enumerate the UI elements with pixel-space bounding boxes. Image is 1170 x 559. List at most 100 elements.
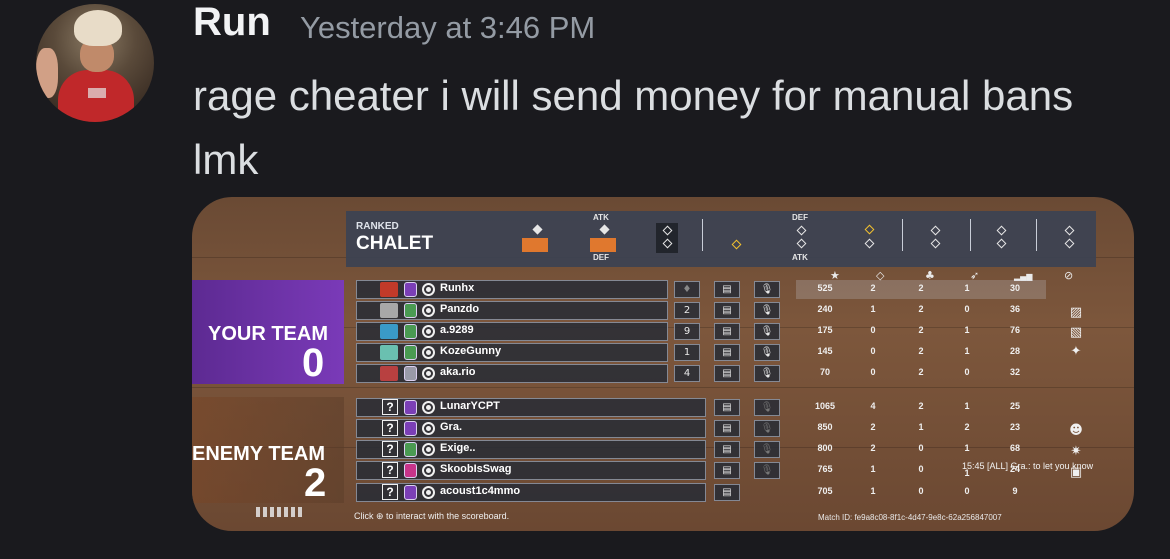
player-score: 70 (819, 367, 830, 377)
player-score: 240 (817, 304, 833, 314)
badge-icon: 9 (674, 323, 700, 340)
player-score: 800 (817, 443, 833, 453)
player-deaths: 0 (918, 443, 924, 453)
player-deaths: 2 (918, 367, 924, 377)
player-ping: 76 (1009, 325, 1020, 335)
player-assists: 0 (964, 367, 970, 377)
atk-label: ATK (593, 213, 609, 222)
player-name: a.9289 (440, 324, 474, 336)
operator-icon (380, 345, 398, 360)
def-label: DEF (593, 253, 609, 262)
player-kills: 0 (870, 346, 876, 356)
player-score: 525 (817, 283, 833, 293)
player-kills: 1 (870, 304, 876, 314)
match-hud-bar (346, 211, 1096, 267)
badge-icon: 1 (674, 344, 700, 361)
atk-label-2: ATK (792, 253, 808, 262)
badge-icon: 2 (674, 302, 700, 319)
chat-icon[interactable]: ▤ (714, 462, 740, 479)
platform-icon (422, 464, 435, 477)
player-assists: 2 (964, 422, 970, 432)
player-deaths: 2 (918, 283, 924, 293)
scoreboard-hint: Click ⊕ to interact with the scoreboard. (354, 511, 510, 521)
rank-badge-icon (404, 324, 417, 339)
mic-muted-icon[interactable]: 🎙 (754, 441, 780, 458)
side-art-icon: ▨ (1069, 305, 1083, 320)
player-name: Gra. (440, 421, 463, 433)
chat-icon[interactable]: ▤ (714, 302, 740, 319)
rank-badge-icon (404, 463, 417, 478)
platform-icon (422, 367, 435, 380)
unknown-operator-icon: ? (382, 462, 398, 478)
mic-icon[interactable]: 🎙 (754, 323, 780, 340)
player-deaths: 2 (918, 346, 924, 356)
player-assists: 1 (964, 443, 970, 453)
chat-icon[interactable]: ▤ (714, 344, 740, 361)
player-deaths: 1 (918, 422, 924, 432)
player-kills: 0 (870, 367, 876, 377)
player-kills: 1 (870, 464, 876, 474)
operator-icon (380, 366, 398, 381)
player-ping: 25 (1009, 401, 1020, 411)
player-kills: 1 (870, 486, 876, 496)
badge-icon: ♦ (674, 281, 700, 298)
mic-muted-icon[interactable]: 🎙 (754, 399, 780, 416)
map-name: CHALET (356, 233, 434, 254)
match-id: Match ID: fe9a8c08-8f1c-4d47-9e8c-62a256… (818, 513, 1002, 522)
player-score: 1065 (814, 401, 836, 411)
platform-icon (422, 422, 435, 435)
player-assists: 1 (964, 346, 970, 356)
player-ping: 68 (1009, 443, 1020, 453)
bottom-hud-bar (256, 507, 304, 517)
player-assists: 0 (964, 304, 970, 314)
chat-icon[interactable]: ▤ (714, 484, 740, 501)
unknown-operator-icon: ? (382, 399, 398, 415)
player-score: 705 (817, 486, 833, 496)
round-1-win (522, 238, 548, 252)
player-deaths: 0 (918, 486, 924, 496)
chat-icon[interactable]: ▤ (714, 365, 740, 382)
player-ping: 9 (1012, 486, 1018, 496)
message-text: rage cheater i will send money for manua… (193, 72, 1074, 183)
mic-muted-icon[interactable]: 🎙 (754, 420, 780, 437)
round-2-win (590, 238, 616, 252)
message-timestamp[interactable]: Yesterday at 3:46 PM (300, 10, 595, 46)
unknown-operator-icon: ? (382, 441, 398, 457)
mic-icon[interactable]: 🎙 (754, 281, 780, 298)
player-ping: 23 (1009, 422, 1020, 432)
unknown-operator-icon: ? (382, 484, 398, 500)
chat-icon[interactable]: ▤ (714, 399, 740, 416)
operator-icon (380, 324, 398, 339)
platform-icon (422, 401, 435, 414)
mic-icon[interactable]: 🎙 (754, 344, 780, 361)
message-username[interactable]: Run (193, 0, 271, 45)
rank-badge-icon (404, 282, 417, 297)
avatar-hat (74, 10, 122, 46)
ranked-label: RANKED (356, 221, 399, 232)
rank-badge-icon (404, 303, 417, 318)
player-name: acoust1c4mmo (440, 485, 521, 497)
rank-badge-icon (404, 421, 417, 436)
player-score: 175 (817, 325, 833, 335)
player-kills: 2 (870, 422, 876, 432)
screenshot-attachment[interactable]: RANKED CHALET ATK DEF DEF ATK ★ ◇ ♣ ➶ ▂▄… (192, 197, 1134, 531)
user-avatar[interactable] (36, 4, 154, 122)
player-name: Exige.. (440, 442, 476, 454)
player-name: Runhx (440, 282, 475, 294)
enemy-team-score: 2 (304, 461, 327, 505)
mic-icon[interactable]: 🎙 (754, 365, 780, 382)
platform-icon (422, 283, 435, 296)
player-assists: 1 (964, 283, 970, 293)
player-score: 765 (817, 464, 833, 474)
your-team-score: 0 (302, 341, 325, 385)
rank-badge-icon (404, 485, 417, 500)
avatar-bg-person (36, 48, 58, 98)
chat-icon[interactable]: ▤ (714, 441, 740, 458)
chat-icon[interactable]: ▤ (714, 281, 740, 298)
chat-icon[interactable]: ▤ (714, 420, 740, 437)
player-ping: 28 (1009, 346, 1020, 356)
mic-muted-icon[interactable]: 🎙 (754, 462, 780, 479)
chat-icon[interactable]: ▤ (714, 323, 740, 340)
mic-icon[interactable]: 🎙 (754, 302, 780, 319)
rank-badge-icon (404, 400, 417, 415)
